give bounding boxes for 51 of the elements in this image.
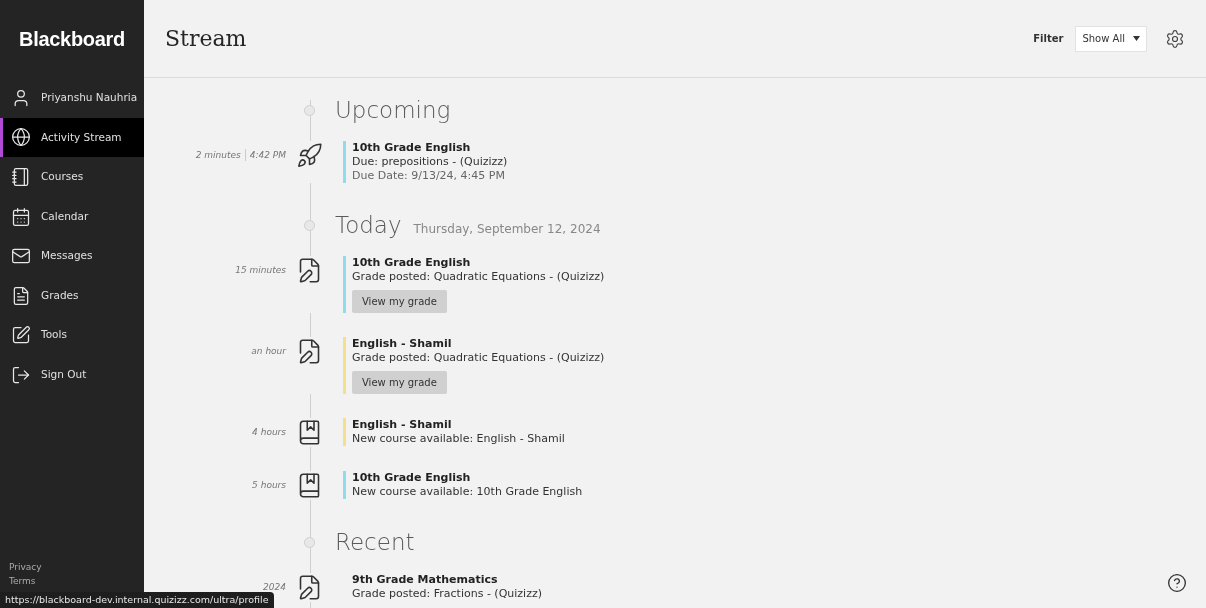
- filter-dropdown[interactable]: Show All: [1075, 25, 1147, 52]
- nav-item[interactable]: Sign Out: [0, 355, 144, 395]
- view-grade-button[interactable]: View my grade: [352, 290, 447, 313]
- section-date: Thursday, September 12, 2024: [413, 221, 601, 238]
- settings-icon[interactable]: [1165, 28, 1185, 49]
- nav-item[interactable]: Priyanshu Nauhria: [0, 78, 144, 118]
- view-grade-button[interactable]: View my grade: [352, 371, 447, 394]
- nav-item[interactable]: Grades: [0, 275, 144, 316]
- page-title: Stream: [165, 25, 247, 53]
- course-name: 10th Grade English: [352, 256, 472, 270]
- course-name: 9th Grade Mathematics: [352, 573, 499, 587]
- caret-icon: [1133, 36, 1140, 41]
- nav-item[interactable]: Messages: [0, 236, 144, 276]
- nav-item[interactable]: Calendar: [0, 196, 144, 237]
- due-date: Due Date: 9/13/24, 4:45 PM: [352, 169, 506, 183]
- activity-text: New course available: 10th Grade English: [352, 485, 583, 499]
- activity-text: New course available: English - Shamil: [352, 432, 565, 446]
- course-name: English - Shamil: [352, 337, 453, 351]
- footer-link[interactable]: Terms: [9, 574, 144, 588]
- nav-item[interactable]: Courses: [0, 157, 144, 197]
- notebook-icon: [11, 167, 31, 187]
- section-heading: Recent: [335, 528, 415, 557]
- calendar-icon: [11, 206, 31, 227]
- activity-text: Grade posted: Quadratic Equations - (Quizizz): [352, 270, 605, 284]
- filter-label: Filter: [1033, 32, 1064, 46]
- pencil-square-icon: [11, 325, 31, 346]
- footer-link[interactable]: Privacy: [9, 560, 144, 574]
- activity-text: Grade posted: Fractions - (Quizizz): [352, 587, 542, 601]
- course-name: 10th Grade English: [352, 141, 472, 155]
- status-bar-url: https://blackboard-dev.internal.quizizz.com/ultra/profile: [0, 592, 274, 608]
- time-ago: 2 minutes: [195, 149, 241, 161]
- course-name: 10th Grade English: [352, 471, 472, 485]
- time-ago: 15 minutes: [235, 264, 286, 276]
- globe-icon: [11, 127, 31, 148]
- section-heading: Today: [335, 211, 402, 240]
- sign-out-icon: [11, 364, 31, 385]
- section-heading: Upcoming: [335, 96, 451, 125]
- activity-text: Grade posted: Quadratic Equations - (Quizizz): [352, 351, 605, 365]
- document-icon: [11, 285, 31, 306]
- rocket-icon: [295, 142, 323, 169]
- activity-text: Due: prepositions - (Quizizz): [352, 155, 508, 169]
- time-ago: 4 hours: [252, 426, 286, 438]
- logo[interactable]: Blackboard: [19, 24, 125, 54]
- help-icon[interactable]: [1167, 573, 1187, 593]
- time-ago: 2024: [263, 581, 286, 593]
- time-ago: 5 hours: [252, 479, 286, 491]
- nav-item[interactable]: Activity Stream: [0, 117, 144, 158]
- course-name: English - Shamil: [352, 418, 453, 432]
- time-ago: an hour: [251, 345, 286, 357]
- nav-item[interactable]: Tools: [0, 315, 144, 356]
- time-of-day: 4:42 PM: [244, 149, 286, 161]
